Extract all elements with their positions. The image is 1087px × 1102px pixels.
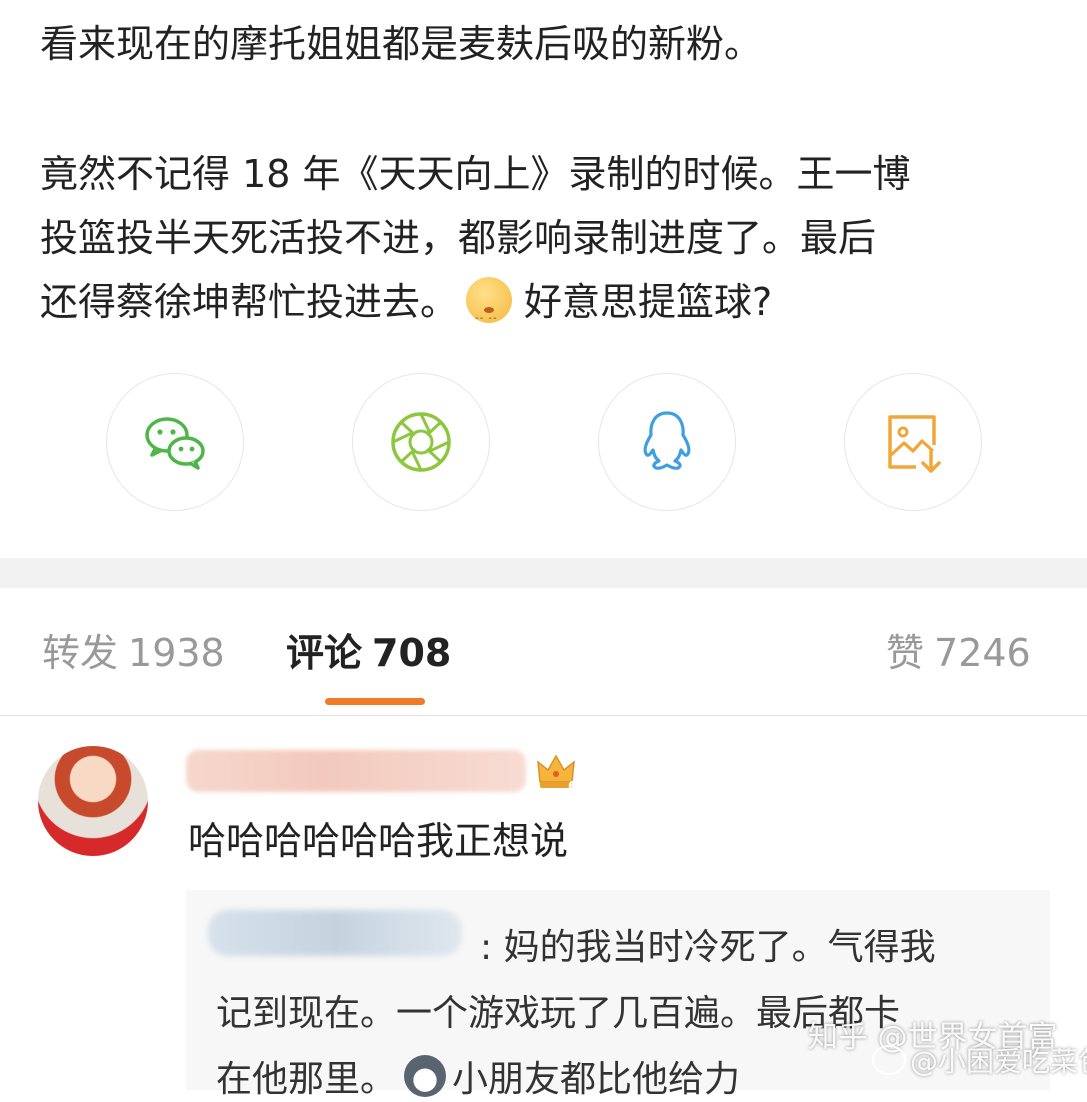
reply-text-line: 记到现在。一个游戏玩了几百遍。最后都卡 — [216, 993, 901, 1034]
save-image-icon — [888, 415, 941, 473]
weibo-logo-icon — [872, 1045, 906, 1075]
share-wechat-button[interactable] — [106, 373, 244, 511]
username-redacted[interactable] — [186, 750, 526, 792]
save-image-button[interactable] — [844, 373, 982, 511]
post-text-line: 还得蔡徐坤帮忙投进去。 好意思提篮球? — [40, 270, 911, 351]
shush-emoji-icon — [466, 277, 513, 351]
weibo-watermark: @小困爱吃菜包 — [872, 1040, 1087, 1080]
post-paragraph: 竟然不记得 18 年《天天向上》录制的时候。王一博 投篮投半天死活投不进，都影响… — [40, 142, 911, 351]
husky-emoji-icon — [404, 1055, 447, 1097]
reply-text-line: 在他那里。 小朋友都比他给力 — [216, 1050, 740, 1102]
tab-comments[interactable]: 评论 708 — [286, 622, 451, 677]
share-qq-button[interactable] — [598, 373, 736, 511]
watermark-text: @小困爱吃菜包 — [910, 1045, 1087, 1078]
tab-count: 708 — [372, 631, 452, 675]
tab-likes[interactable]: 赞 7246 — [886, 622, 1031, 677]
tab-reposts[interactable]: 转发 1938 — [42, 622, 225, 677]
tab-count: 1938 — [128, 631, 225, 675]
post-text-line: 看来现在的摩托姐姐都是麦麸后吸的新粉。 — [40, 22, 763, 66]
tab-label: 赞 — [886, 631, 925, 675]
avatar[interactable] — [38, 746, 148, 856]
badge-level: 6 — [568, 779, 576, 792]
interaction-tabs: 转发 1938 评论 708 赞 7246 — [0, 590, 1087, 716]
post-text-line: 竟然不记得 18 年《天天向上》录制的时候。王一博 — [40, 152, 911, 196]
vip-crown-badge-icon: 6 — [537, 754, 576, 792]
post-text-line: 投篮投半天死活投不进，都影响录制进度了。最后 — [40, 216, 877, 260]
section-divider — [0, 558, 1087, 588]
tab-label: 转发 — [42, 631, 119, 675]
wechat-icon — [145, 417, 205, 470]
reply-text-line: : 妈的我当时冷死了。气得我 — [480, 927, 936, 968]
post-text-segment: 好意思提篮球? — [524, 280, 773, 324]
share-moments-button[interactable] — [352, 373, 490, 511]
tab-count: 7246 — [934, 631, 1031, 675]
comment-text: 哈哈哈哈哈哈我正想说 — [188, 819, 569, 863]
active-tab-indicator — [325, 698, 425, 705]
post-text-segment: 还得蔡徐坤帮忙投进去。 — [40, 280, 459, 324]
tab-label: 评论 — [286, 631, 363, 675]
qq-icon — [643, 411, 691, 470]
share-buttons-row — [0, 373, 1087, 513]
moments-icon — [391, 412, 451, 472]
reply-username-redacted — [208, 910, 462, 956]
